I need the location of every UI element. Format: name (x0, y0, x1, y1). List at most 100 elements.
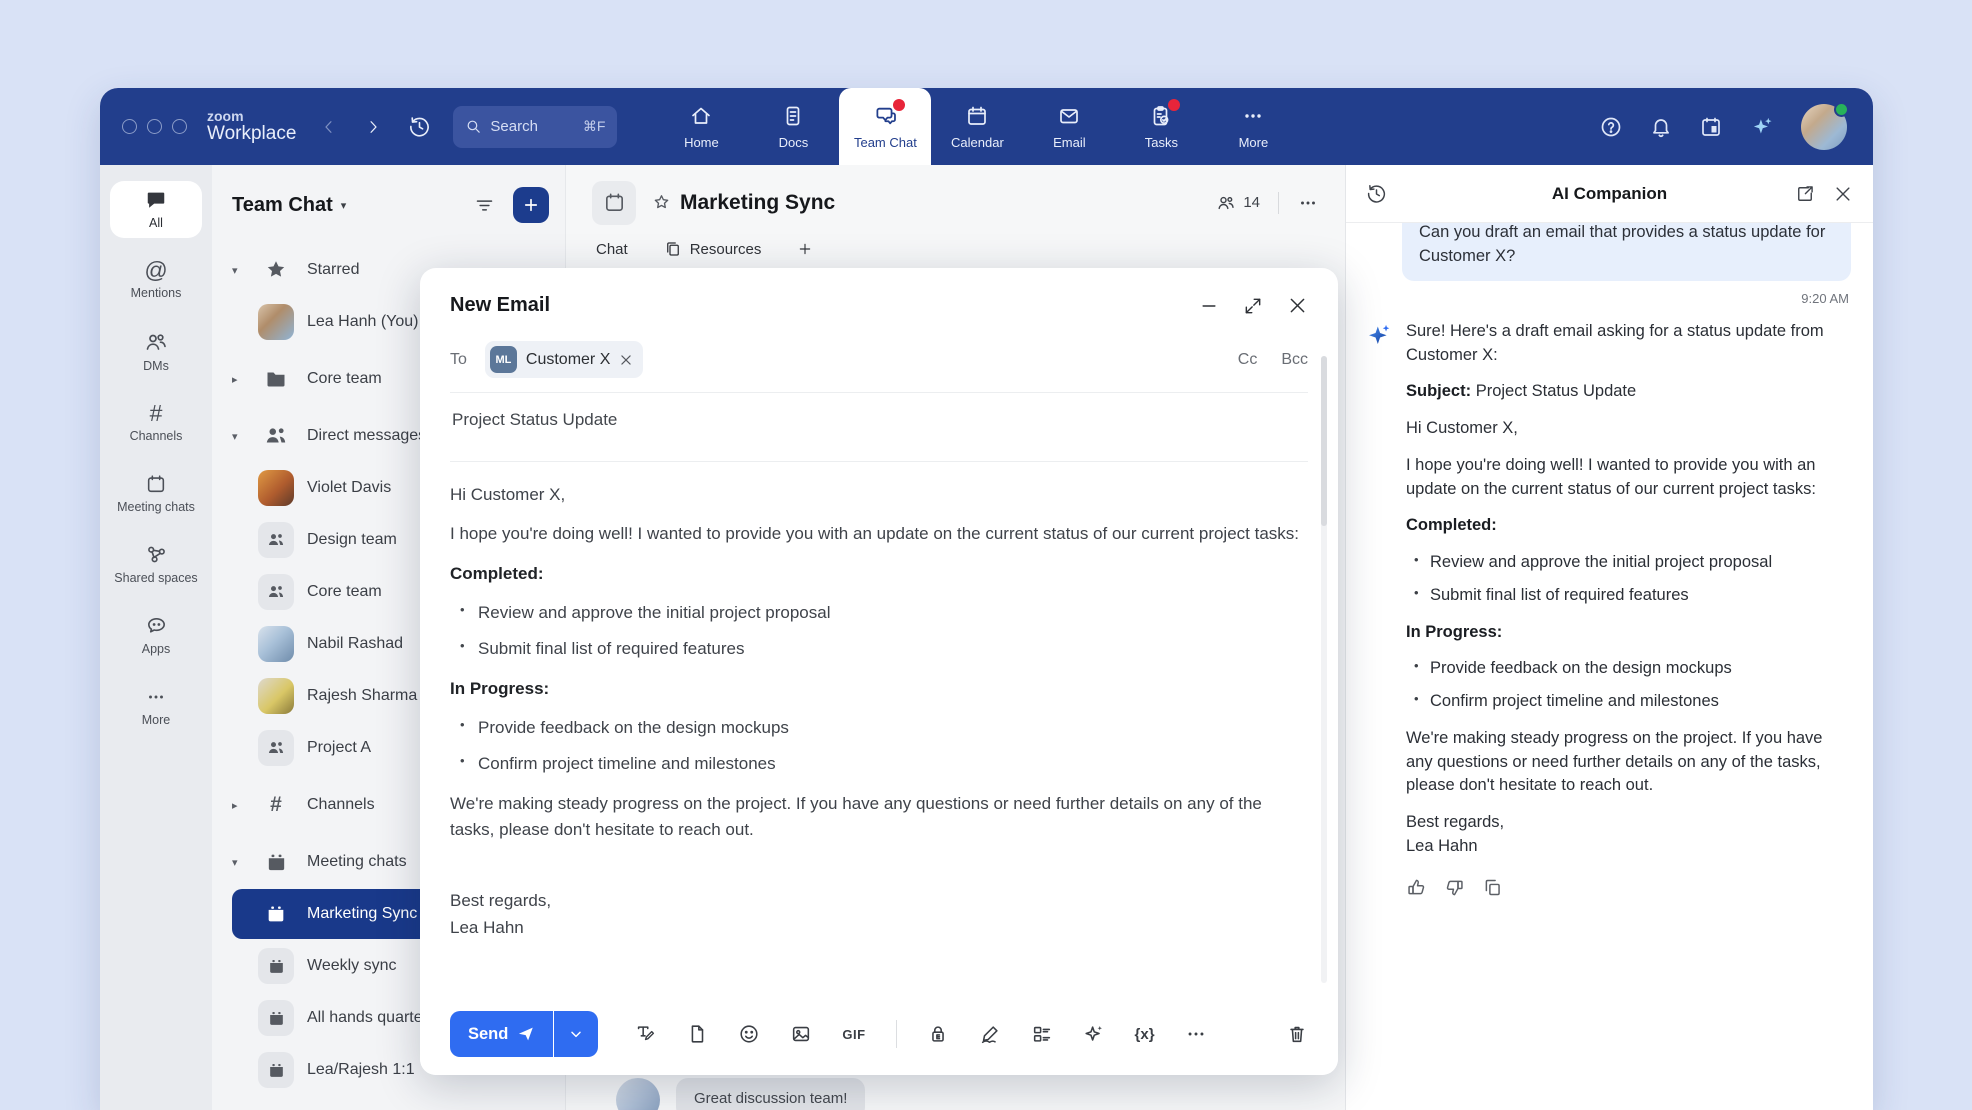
attach-file-icon[interactable] (686, 1023, 708, 1045)
tab-chat[interactable]: Chat (596, 241, 628, 258)
list-item: Provide feedback on the design mockups (458, 715, 1308, 741)
rail-item-channels[interactable]: # Channels (110, 394, 202, 451)
open-in-new-icon[interactable] (1795, 184, 1815, 204)
to-field[interactable]: To ML Customer X Cc Bcc (450, 341, 1308, 378)
bcc-button[interactable]: Bcc (1281, 351, 1308, 369)
signature-icon[interactable] (979, 1023, 1001, 1045)
filter-icon[interactable] (474, 195, 495, 216)
history-icon[interactable] (1366, 183, 1387, 204)
email-signoff: Best regards, (450, 888, 1308, 914)
minimize-icon[interactable] (1199, 296, 1219, 316)
ai-companion-icon[interactable] (1749, 114, 1775, 140)
nav-team-chat[interactable]: Team Chat (839, 88, 931, 165)
rail-more-icon (145, 686, 167, 708)
window-zoom-button[interactable] (172, 119, 187, 134)
meeting-calendar-icon (258, 948, 294, 984)
cc-button[interactable]: Cc (1238, 351, 1258, 369)
search-shortcut: ⌘F (583, 118, 606, 135)
send-button[interactable]: Send (450, 1011, 553, 1057)
ai-signature: Lea Hahn (1406, 835, 1851, 859)
rail-item-dms[interactable]: DMs (110, 322, 202, 381)
calendar-panel-icon[interactable] (1699, 115, 1723, 139)
chat-list-title[interactable]: Team Chat (232, 194, 333, 217)
subject-field[interactable]: Project Status Update (450, 393, 1308, 447)
emoji-icon[interactable] (738, 1023, 760, 1045)
compose-toolbar: Send GIF {x (420, 993, 1338, 1075)
copy-icon[interactable] (1482, 877, 1503, 898)
chevron-down-icon[interactable]: ▾ (232, 264, 258, 277)
apps-icon (145, 614, 168, 637)
recipient-chip[interactable]: ML Customer X (485, 341, 643, 378)
channel-more-icon[interactable] (1297, 192, 1319, 214)
close-icon[interactable] (1287, 295, 1308, 316)
chevron-right-icon[interactable]: ▸ (232, 373, 258, 386)
ai-closing: We're making steady progress on the proj… (1406, 727, 1851, 798)
docs-icon (781, 103, 805, 129)
star-outline-icon[interactable] (652, 193, 671, 212)
nav-tasks[interactable]: Tasks (1115, 88, 1207, 165)
format-text-icon[interactable] (634, 1023, 656, 1045)
avatar (258, 678, 294, 714)
toolbar-more-icon[interactable] (1185, 1023, 1207, 1045)
notifications-bell-icon[interactable] (1649, 115, 1673, 139)
new-chat-button[interactable] (513, 187, 549, 223)
logo-workplace: Workplace (207, 124, 296, 144)
email-closing: We're making steady progress on the proj… (450, 791, 1308, 844)
image-icon[interactable] (790, 1023, 812, 1045)
ai-conversation[interactable]: Can you draft an email that provides a s… (1346, 223, 1873, 1110)
thumbs-down-icon[interactable] (1444, 877, 1465, 898)
all-chats-icon (145, 189, 167, 211)
form-layout-icon[interactable] (1031, 1023, 1053, 1045)
remove-recipient-icon[interactable] (619, 353, 633, 367)
chevron-down-icon[interactable]: ▾ (232, 856, 258, 869)
email-completed-list: Review and approve the initial project p… (458, 600, 1308, 663)
discard-draft-icon[interactable] (1286, 1023, 1308, 1045)
chevron-down-icon[interactable]: ▾ (232, 430, 258, 443)
avatar (258, 304, 294, 340)
nav-email[interactable]: Email (1023, 88, 1115, 165)
tasks-badge (1168, 99, 1180, 111)
nav-more[interactable]: More (1207, 88, 1299, 165)
window-minimize-button[interactable] (147, 119, 162, 134)
help-icon[interactable] (1599, 115, 1623, 139)
group-icon (258, 574, 294, 610)
back-arrow-icon[interactable] (320, 118, 338, 136)
group-icon (258, 522, 294, 558)
rail-item-all[interactable]: All (110, 181, 202, 238)
chevron-right-icon[interactable]: ▸ (232, 799, 258, 812)
close-icon[interactable] (1833, 184, 1853, 204)
gif-button[interactable]: GIF (842, 1027, 865, 1042)
nav-docs[interactable]: Docs (747, 88, 839, 165)
search-input[interactable]: Search ⌘F (453, 106, 617, 148)
shared-spaces-icon (145, 543, 168, 566)
thumbs-up-icon[interactable] (1406, 877, 1427, 898)
add-tab-button[interactable] (797, 241, 813, 257)
encrypt-icon[interactable] (927, 1023, 949, 1045)
scrollbar-thumb[interactable] (1321, 356, 1327, 526)
rail-item-apps[interactable]: Apps (110, 606, 202, 664)
variables-button[interactable]: {x} (1135, 1026, 1155, 1043)
expand-icon[interactable] (1243, 296, 1263, 316)
rail-item-more[interactable]: More (110, 678, 202, 735)
members-count[interactable]: 14 (1216, 193, 1260, 213)
tab-resources[interactable]: Resources (664, 240, 762, 258)
ai-paragraph: I hope you're doing well! I wanted to pr… (1406, 454, 1851, 502)
rail-item-shared-spaces[interactable]: Shared spaces (110, 535, 202, 593)
star-icon (258, 252, 294, 288)
email-body-editor[interactable]: Hi Customer X, I hope you're doing well!… (450, 462, 1308, 941)
rail-item-mentions[interactable]: @ Mentions (110, 251, 202, 308)
nav-home[interactable]: Home (655, 88, 747, 165)
team-chat-icon (873, 103, 898, 129)
user-avatar[interactable] (1801, 104, 1847, 150)
history-icon[interactable] (408, 115, 431, 138)
list-item: Confirm project timeline and milestones (458, 751, 1308, 777)
ai-response: Sure! Here's a draft email asking for a … (1406, 320, 1851, 898)
rail-item-meeting-chats[interactable]: Meeting chats (110, 465, 202, 522)
ai-sparkle-icon[interactable] (1083, 1023, 1105, 1045)
ai-signoff: Best regards, (1406, 811, 1851, 835)
nav-calendar[interactable]: Calendar (931, 88, 1023, 165)
send-options-button[interactable] (554, 1011, 598, 1057)
forward-arrow-icon[interactable] (364, 118, 382, 136)
email-intro: I hope you're doing well! I wanted to pr… (450, 521, 1308, 547)
window-close-button[interactable] (122, 119, 137, 134)
